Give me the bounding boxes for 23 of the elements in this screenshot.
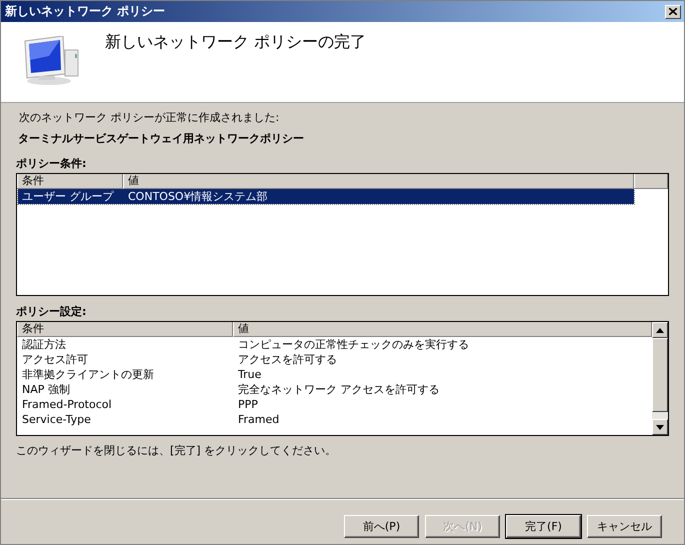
list-row[interactable]: ユーザー グループ CONTOSO¥情報システム部 — [18, 189, 634, 204]
policy-name: ターミナルサービスゲートウェイ用ネットワークポリシー — [18, 131, 305, 146]
header-filler — [634, 174, 668, 189]
window-title: 新しいネットワーク ポリシー — [5, 3, 166, 20]
dialog-button[interactable]: キャンセル — [587, 515, 662, 538]
close-icon — [669, 8, 677, 15]
list-row[interactable]: NAP 強制 完全なネットワーク アクセスを許可する — [18, 382, 651, 397]
column-header[interactable]: 条件 — [17, 322, 233, 337]
section-label: ポリシー設定: — [16, 304, 86, 320]
section-label: ポリシー条件: — [16, 156, 86, 172]
column-header[interactable]: 値 — [233, 322, 652, 337]
list-row[interactable]: 認証方法 コンピュータの正常性チェックのみを実行する — [18, 337, 651, 352]
dialog-button[interactable]: 完了(F) — [506, 515, 581, 538]
page-heading: 新しいネットワーク ポリシーの完了 — [105, 32, 366, 53]
scroll-bar[interactable] — [652, 322, 668, 435]
close-button[interactable] — [665, 4, 681, 18]
list-row[interactable]: Service-Type Framed — [18, 412, 651, 427]
list-row[interactable]: Framed-Protocol PPP — [18, 397, 651, 412]
instruction-text: このウィザードを閉じるには、[完了] をクリックしてください。 — [16, 443, 338, 458]
dialog-button[interactable]: 前へ(P) — [344, 515, 419, 538]
list-row[interactable]: 非準拠クライアントの更新 True — [18, 367, 651, 382]
intro-text: 次のネットワーク ポリシーが正常に作成されました: — [19, 110, 280, 125]
list-row[interactable]: アクセス許可 アクセスを許可する — [18, 352, 651, 367]
